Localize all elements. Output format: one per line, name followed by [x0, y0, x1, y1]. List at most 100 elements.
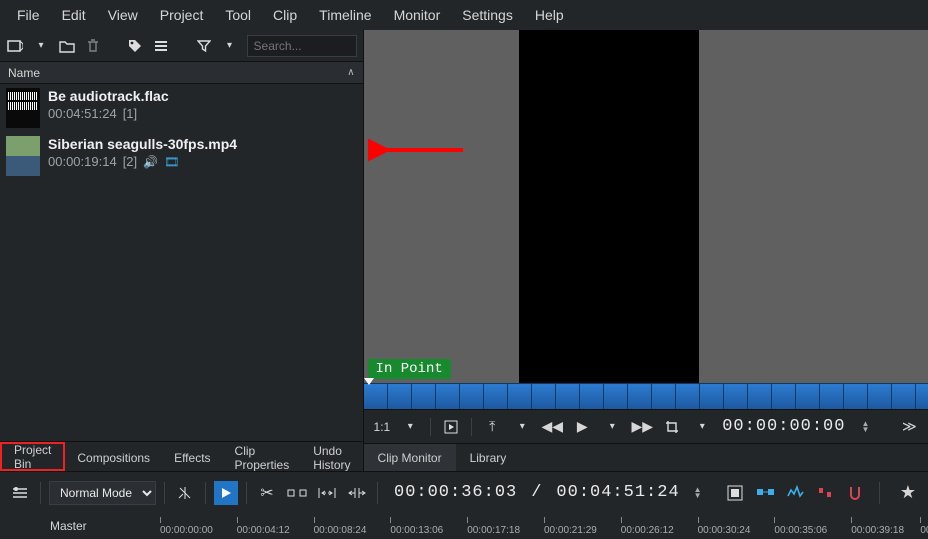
sort-ascending-icon: ∧ [347, 67, 354, 78]
show-video-thumbs-icon[interactable] [757, 485, 773, 501]
menubar: File Edit View Project Tool Clip Timelin… [0, 0, 928, 30]
timecode-stepper[interactable]: ▲▼ [694, 487, 702, 499]
bin-toolbar: ▾ ▾ [0, 30, 363, 62]
play-button[interactable] [214, 481, 238, 505]
snap-icon[interactable] [847, 485, 863, 501]
chevron-down-icon[interactable]: ▾ [692, 417, 712, 437]
menu-view[interactable]: View [97, 0, 149, 30]
clip-duration: 00:00:19:14 [48, 154, 117, 169]
chevron-down-icon[interactable]: ▾ [512, 417, 532, 437]
menu-help[interactable]: Help [524, 0, 575, 30]
ruler-tick: 00:00:08:24 [314, 517, 367, 536]
filter-icon[interactable] [195, 37, 213, 55]
search-input[interactable] [247, 35, 357, 57]
menu-clip[interactable]: Clip [262, 0, 308, 30]
ruler-tick: 00:00:17:18 [467, 517, 520, 536]
ruler-tick: 00:00:00:00 [160, 517, 213, 536]
monitor-frame [519, 30, 699, 383]
left-tabs: Project Bin Compositions Effects Clip Pr… [0, 441, 363, 471]
zone-play-button[interactable] [441, 417, 461, 437]
bin-column-header[interactable]: Name ∧ [0, 62, 363, 84]
menu-settings[interactable]: Settings [451, 0, 524, 30]
edit-mode-select[interactable]: Normal Mode [49, 481, 156, 505]
clip-usage-count: [1] [123, 106, 137, 121]
spacer-button[interactable] [285, 481, 309, 505]
toggle-track-button[interactable] [8, 481, 32, 505]
tab-compositions[interactable]: Compositions [65, 442, 162, 471]
zoom-ratio-label[interactable]: 1:1 [374, 417, 391, 437]
show-audio-thumbs-icon[interactable] [787, 485, 803, 501]
playhead-icon[interactable] [364, 378, 374, 385]
ruler-tick: 00:00:35:06 [774, 517, 827, 536]
more-tools-button[interactable]: ≫ [899, 417, 919, 437]
folder-new-icon[interactable] [58, 37, 76, 55]
ruler-tick: 00:00:26:12 [621, 517, 674, 536]
project-bin-panel: ▾ ▾ Name ∧ Be audiotrack.flac [0, 30, 364, 471]
menu-edit[interactable]: Edit [51, 0, 97, 30]
timeline-duration-tc: 00:04:51:24 [556, 483, 679, 502]
timeline-position-tc[interactable]: 00:00:36:03 [394, 483, 517, 502]
fit-zone-out-button[interactable] [345, 481, 369, 505]
chevron-down-icon[interactable]: ▾ [32, 37, 50, 55]
tab-undo-history[interactable]: Undo History [301, 442, 362, 471]
audio-thumbnail-icon [6, 88, 40, 128]
chevron-down-icon[interactable]: ▾ [602, 417, 622, 437]
menu-file[interactable]: File [6, 0, 51, 30]
monitor-ruler[interactable] [364, 383, 928, 409]
mix-audio-icon[interactable] [727, 485, 743, 501]
rewind-button[interactable]: ◀◀ [542, 417, 562, 437]
clip-name: Siberian seagulls-30fps.mp4 [48, 136, 237, 152]
bin-item[interactable]: Be audiotrack.flac 00:04:51:24 [1] [0, 84, 363, 132]
master-track-label[interactable]: Master [0, 513, 160, 539]
speaker-icon: 🔊 [143, 155, 158, 169]
clip-name: Be audiotrack.flac [48, 88, 169, 104]
clip-usage-count: [2] [123, 154, 137, 169]
cut-button[interactable]: ✂ [255, 481, 279, 505]
film-icon: 🎞 [164, 155, 179, 169]
tab-clip-monitor[interactable]: Clip Monitor [364, 444, 456, 471]
favorite-button[interactable]: ★ [896, 481, 920, 505]
monitor-timecode[interactable]: 00:00:00:00 [722, 417, 845, 436]
ruler-tick: 00:00:30:24 [698, 517, 751, 536]
timecode-stepper[interactable]: ▲▼ [861, 421, 869, 433]
right-tabs: Clip Monitor Library [364, 443, 928, 471]
ruler-tick: 00:00:04:12 [237, 517, 290, 536]
chevron-down-icon[interactable]: ▾ [221, 37, 239, 55]
menu-tool[interactable]: Tool [214, 0, 262, 30]
timeline-toolbar: Normal Mode ✂ 00:00:36:03 / 00:04:51:24 … [0, 471, 928, 513]
menu-timeline[interactable]: Timeline [308, 0, 382, 30]
tab-library[interactable]: Library [456, 444, 521, 471]
video-thumbnail-icon [6, 136, 40, 176]
timeline-ruler-strip: Master 00:00:00:00 00:00:04:12 00:00:08:… [0, 513, 928, 539]
ruler-tick: 00:00:13:06 [390, 517, 443, 536]
ruler-tick: 00:00:21:29 [544, 517, 597, 536]
list-icon[interactable] [152, 37, 170, 55]
razor-all-button[interactable] [173, 481, 197, 505]
clip-duration: 00:04:51:24 [48, 106, 117, 121]
column-name-label: Name [8, 66, 40, 80]
bin-list: Be audiotrack.flac 00:04:51:24 [1] Siber… [0, 84, 363, 441]
play-button[interactable]: ▶ [572, 417, 592, 437]
fast-forward-button[interactable]: ▶▶ [632, 417, 652, 437]
menu-project[interactable]: Project [149, 0, 215, 30]
ruler-tick: 00:00:39:18 [851, 517, 904, 536]
menu-monitor[interactable]: Monitor [383, 0, 452, 30]
tab-project-bin[interactable]: Project Bin [0, 442, 65, 471]
chevron-down-icon[interactable]: ▾ [400, 417, 420, 437]
crop-button[interactable] [662, 417, 682, 437]
show-markers-icon[interactable] [817, 485, 833, 501]
trash-icon[interactable] [84, 37, 102, 55]
in-point-badge: In Point [368, 359, 451, 379]
add-clip-icon[interactable] [6, 37, 24, 55]
tab-clip-properties[interactable]: Clip Properties [223, 442, 302, 471]
timeline-ruler[interactable]: 00:00:00:00 00:00:04:12 00:00:08:24 00:0… [160, 513, 928, 539]
tab-effects[interactable]: Effects [162, 442, 222, 471]
ruler-ticks [364, 384, 928, 409]
fit-zone-in-button[interactable] [315, 481, 339, 505]
prev-keyframe-button[interactable]: ⤒ [482, 417, 502, 437]
bin-item[interactable]: Siberian seagulls-30fps.mp4 00:00:19:14 … [0, 132, 363, 180]
ruler-tick: 00:00:43:2 [920, 517, 928, 536]
tag-icon[interactable] [126, 37, 144, 55]
monitor-controls: 1:1 ▾ ⤒ ▾ ◀◀ ▶ ▾ ▶▶ ▾ 00:00:00:00 ▲▼ ≫ [364, 409, 928, 443]
monitor-viewport[interactable]: In Point [364, 30, 928, 383]
